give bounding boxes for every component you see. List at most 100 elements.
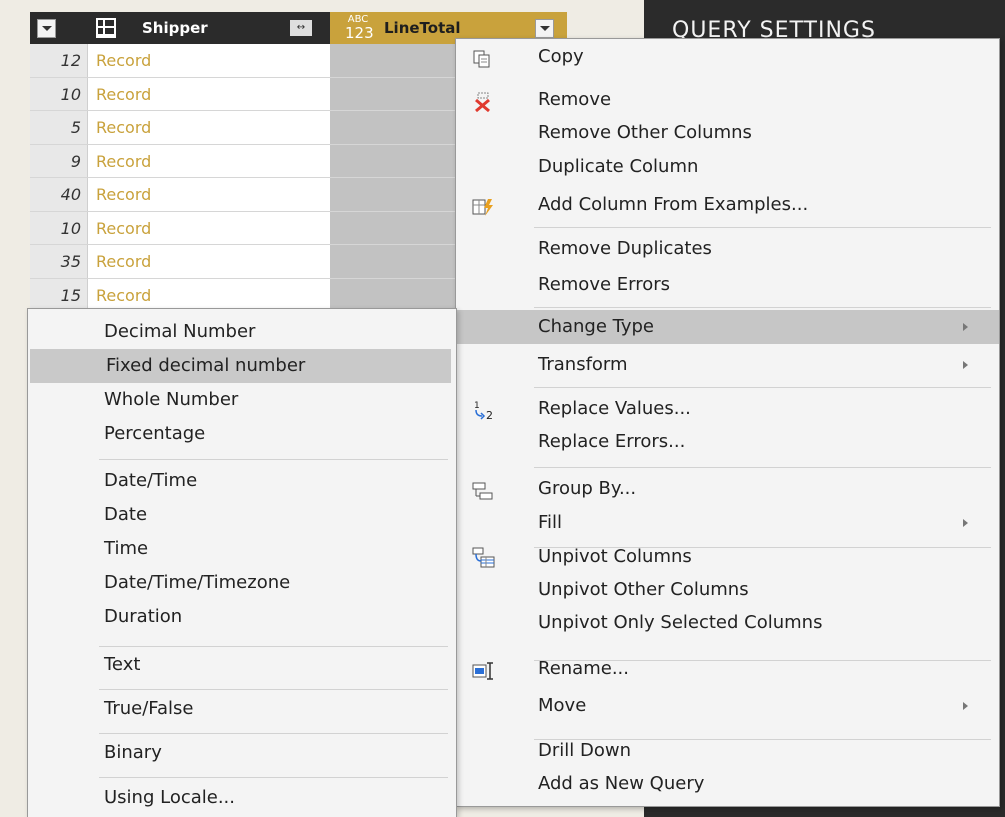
submenu-item-label: Time	[104, 538, 149, 559]
record-link[interactable]: Record	[96, 245, 151, 278]
submenu-separator	[99, 689, 448, 690]
submenu-item-fixed-decimal-number[interactable]: Fixed decimal number	[30, 349, 451, 383]
submenu-separator	[99, 733, 448, 734]
submenu-item-label: True/False	[104, 698, 194, 719]
menu-item-unpivot-other-columns[interactable]: Unpivot Other Columns	[456, 573, 999, 607]
menu-item-group-by[interactable]: Group By...	[456, 472, 999, 506]
submenu-item-time[interactable]: Time	[28, 532, 456, 566]
menu-item-label: Fill	[538, 512, 563, 533]
menu-item-fill[interactable]: Fill	[456, 506, 999, 540]
menu-item-remove-duplicates[interactable]: Remove Duplicates	[456, 232, 999, 266]
menu-item-label: Unpivot Other Columns	[538, 579, 749, 600]
copy-icon	[472, 47, 494, 68]
menu-item-label: Add Column From Examples...	[538, 194, 809, 215]
menu-item-label: Remove Duplicates	[538, 238, 712, 259]
menu-item-unpivot-columns[interactable]: Unpivot Columns	[456, 540, 999, 574]
svg-text:2: 2	[486, 409, 493, 421]
group-by-icon	[472, 479, 494, 500]
row-value-shipper[interactable]: 9	[30, 144, 88, 177]
record-link[interactable]: Record	[96, 178, 151, 211]
submenu-item-date-time-timezone[interactable]: Date/Time/Timezone	[28, 566, 456, 600]
svg-text:1: 1	[474, 401, 480, 411]
menu-separator	[534, 387, 991, 388]
menu-item-label: Remove	[538, 89, 612, 110]
submenu-arrow-icon	[963, 361, 968, 369]
submenu-arrow-icon	[963, 519, 968, 527]
menu-item-replace-values[interactable]: 1 2 Replace Values...	[456, 392, 999, 426]
submenu-item-label: Duration	[104, 606, 183, 627]
row-value-shipper[interactable]: 40	[30, 178, 88, 211]
menu-item-copy[interactable]: Copy	[456, 40, 999, 74]
change-type-submenu: Decimal Number Fixed decimal number Whole …	[27, 308, 457, 817]
menu-separator	[534, 467, 991, 468]
menu-item-label: Rename...	[538, 658, 629, 679]
submenu-item-label: Whole Number	[104, 389, 239, 410]
row-value-shipper[interactable]: 15	[30, 278, 88, 311]
remove-column-icon	[472, 90, 494, 113]
menu-item-label: Replace Errors...	[538, 431, 686, 452]
submenu-item-date-time[interactable]: Date/Time	[28, 464, 456, 498]
row-value-shipper[interactable]: 5	[30, 111, 88, 144]
row-value-shipper[interactable]: 35	[30, 245, 88, 278]
row-value-shipper[interactable]: 10	[30, 77, 88, 110]
submenu-item-percentage[interactable]: Percentage	[28, 417, 456, 451]
rename-icon	[472, 659, 494, 680]
unpivot-icon	[472, 547, 495, 568]
any-type-icon[interactable]: ABC 123	[345, 14, 374, 41]
menu-item-drill-down[interactable]: Drill Down	[456, 734, 999, 768]
submenu-item-label: Date	[104, 504, 148, 525]
menu-item-unpivot-only-selected-columns[interactable]: Unpivot Only Selected Columns	[456, 606, 999, 640]
submenu-item-label: Date/Time/Timezone	[104, 572, 291, 593]
menu-item-remove-other-columns[interactable]: Remove Other Columns	[456, 116, 999, 150]
submenu-arrow-icon	[963, 323, 968, 331]
submenu-item-whole-number[interactable]: Whole Number	[28, 383, 456, 417]
record-link[interactable]: Record	[96, 78, 151, 111]
submenu-item-label: Date/Time	[104, 470, 198, 491]
menu-item-rename[interactable]: Rename...	[456, 652, 999, 686]
record-link[interactable]: Record	[96, 111, 151, 144]
submenu-item-label: Percentage	[104, 423, 206, 444]
shipper-column-header[interactable]: Shipper	[142, 19, 208, 37]
submenu-item-label: Text	[104, 654, 141, 675]
linetotal-column-title: LineTotal	[384, 19, 461, 37]
menu-item-replace-errors[interactable]: Replace Errors...	[456, 425, 999, 459]
menu-item-change-type[interactable]: Change Type	[456, 310, 999, 344]
menu-item-remove[interactable]: Remove	[456, 83, 999, 117]
submenu-item-date[interactable]: Date	[28, 498, 456, 532]
submenu-item-using-locale[interactable]: Using Locale...	[28, 781, 456, 815]
menu-item-move[interactable]: Move	[456, 689, 999, 723]
menu-item-label: Duplicate Column	[538, 156, 699, 177]
shipper-filter-dropdown[interactable]	[37, 19, 56, 38]
menu-item-duplicate-column[interactable]: Duplicate Column	[456, 150, 999, 184]
menu-item-label: Remove Other Columns	[538, 122, 752, 143]
submenu-separator	[99, 777, 448, 778]
menu-item-add-as-new-query[interactable]: Add as New Query	[456, 767, 999, 801]
column-context-menu: Copy Remove Remove Other Columns Duplicate …	[455, 38, 1000, 807]
record-link[interactable]: Record	[96, 44, 151, 77]
power-query-editor: Shipper ↔ ABC 123 LineTotal 12 Record 10 Re…	[0, 0, 1005, 817]
menu-item-label: Change Type	[538, 316, 654, 337]
expand-column-icon[interactable]: ↔	[290, 20, 312, 36]
menu-item-remove-errors[interactable]: Remove Errors	[456, 268, 999, 302]
submenu-item-label: Fixed decimal number	[106, 355, 306, 376]
submenu-item-label: Binary	[104, 742, 162, 763]
submenu-item-text[interactable]: Text	[28, 648, 456, 682]
menu-item-add-column-from-examples[interactable]: Add Column From Examples...	[456, 188, 999, 222]
record-link[interactable]: Record	[96, 212, 151, 245]
submenu-item-decimal-number[interactable]: Decimal Number	[28, 315, 456, 349]
record-link[interactable]: Record	[96, 145, 151, 178]
submenu-item-true-false[interactable]: True/False	[28, 692, 456, 726]
table-icon	[96, 18, 116, 38]
row-value-shipper[interactable]: 10	[30, 211, 88, 244]
linetotal-filter-dropdown[interactable]	[535, 19, 554, 38]
row-value-shipper[interactable]: 12	[30, 44, 88, 77]
submenu-separator	[99, 646, 448, 647]
menu-item-transform[interactable]: Transform	[456, 348, 999, 382]
menu-separator	[534, 227, 991, 228]
record-link[interactable]: Record	[96, 279, 151, 312]
submenu-item-duration[interactable]: Duration	[28, 600, 456, 634]
menu-separator	[534, 307, 991, 308]
menu-item-label: Group By...	[538, 478, 637, 499]
submenu-item-binary[interactable]: Binary	[28, 736, 456, 770]
menu-item-label: Copy	[538, 46, 584, 67]
